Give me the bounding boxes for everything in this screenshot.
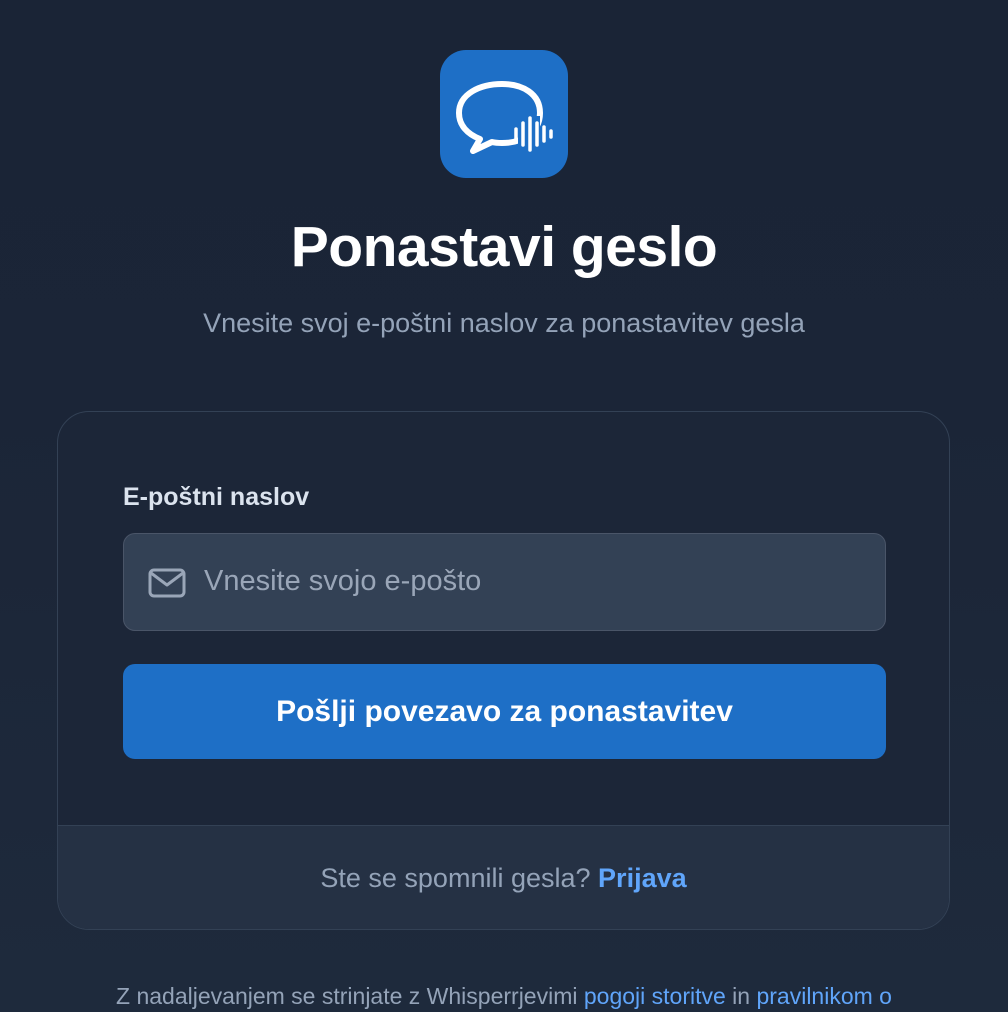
mail-icon: [148, 568, 186, 598]
email-field-wrapper[interactable]: [123, 533, 886, 631]
legal-prefix: Z nadaljevanjem se strinjate z Whisperrj…: [116, 983, 578, 1009]
chat-bubble-soundwave-icon: [456, 81, 553, 154]
page-subtitle: Vnesite svoj e-poštni naslov za ponastav…: [203, 308, 805, 338]
send-reset-link-button[interactable]: Pošlji povezavo za ponastavitev: [123, 664, 886, 759]
privacy-policy-link[interactable]: pravilnikom o: [756, 983, 892, 1009]
page-title: Ponastavi geslo: [290, 215, 718, 279]
app-logo: [440, 50, 568, 178]
login-link[interactable]: Prijava: [598, 863, 687, 893]
remembered-password-prompt: Ste se spomnili gesla?: [320, 863, 591, 893]
email-input[interactable]: [204, 534, 864, 629]
reset-form-card: E-poštni naslov Pošlji povezavo za ponas…: [57, 411, 950, 930]
legal-conjunction: in: [732, 983, 751, 1009]
card-footer: Ste se spomnili gesla? Prijava: [58, 825, 949, 929]
legal-notice: Z nadaljevanjem se strinjate z Whisperrj…: [0, 980, 1008, 1012]
reset-password-page: Ponastavi geslo Vnesite svoj e-poštni na…: [0, 0, 1008, 1012]
email-label: E-poštni naslov: [123, 483, 310, 511]
terms-of-service-link[interactable]: pogoji storitve: [584, 983, 726, 1009]
